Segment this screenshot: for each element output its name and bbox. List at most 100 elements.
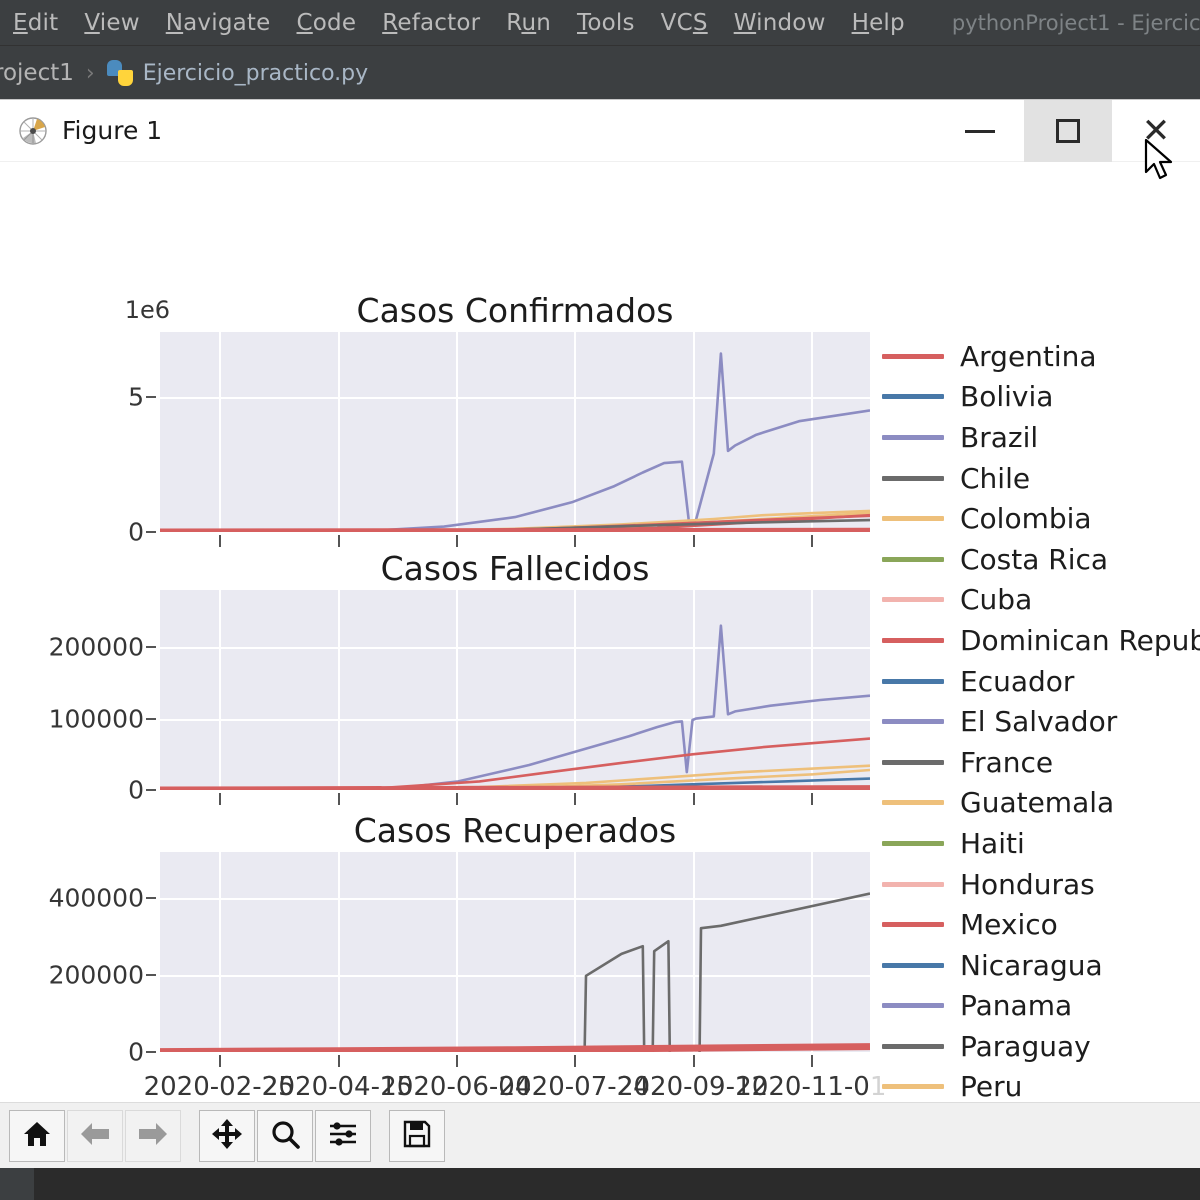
legend-item-mexico[interactable]: Mexico <box>872 904 1200 945</box>
menu-item-tools[interactable]: Tools <box>564 0 648 46</box>
y-gridline <box>160 1052 870 1054</box>
y-tick-mark <box>146 1051 156 1053</box>
x-tick-mark <box>337 1055 340 1067</box>
subplot-2[interactable]: 0 100000 200000 Casos Fallecidos <box>49 549 870 805</box>
legend-item-panama[interactable]: Panama <box>872 986 1200 1027</box>
x-tick-mark <box>219 1055 222 1067</box>
y-tick-mark <box>146 717 156 720</box>
legend-item-cuba[interactable]: Cuba <box>872 580 1200 621</box>
zoom-button[interactable] <box>257 1109 313 1162</box>
legend-label: Paraguay <box>960 1029 1091 1063</box>
menu-item-navigate[interactable]: Navigate <box>153 0 284 46</box>
legend-item-costa-rica[interactable]: Costa Rica <box>872 539 1200 580</box>
legend-item-haiti[interactable]: Haiti <box>872 823 1200 864</box>
maximize-button[interactable] <box>1024 100 1112 162</box>
series-line-baseline-others <box>160 1043 870 1052</box>
ide-window-title: pythonProject1 - Ejercicio_practi <box>951 10 1200 35</box>
legend-item-argentina[interactable]: Argentina <box>872 336 1200 377</box>
legend-color-swatch <box>882 353 944 359</box>
legend-color-swatch <box>882 597 944 603</box>
y-tick-mark <box>146 789 156 791</box>
legend-color-swatch <box>882 1043 944 1049</box>
legend-item-guatemala[interactable]: Guatemala <box>872 783 1200 824</box>
legend-item-france[interactable]: France <box>872 742 1200 783</box>
minimize-button[interactable] <box>936 100 1024 162</box>
back-button[interactable] <box>67 1109 123 1162</box>
legend-color-swatch <box>882 637 944 643</box>
legend-color-swatch <box>882 840 944 846</box>
legend-item-el-salvador[interactable]: El Salvador <box>872 701 1200 742</box>
x-tick-label: 2020-11-01 <box>735 1072 887 1102</box>
ide-left-gutter <box>0 1168 34 1200</box>
legend-item-paraguay[interactable]: Paraguay <box>872 1026 1200 1067</box>
save-button[interactable] <box>389 1109 445 1162</box>
legend-item-bolivia[interactable]: Bolivia <box>872 377 1200 418</box>
menu-item-run[interactable]: Run <box>493 0 564 46</box>
ide-bottom-strip <box>0 1168 1200 1200</box>
y-axis-offset-text: 1e6 <box>124 296 170 324</box>
legend-label: El Salvador <box>960 705 1118 739</box>
subplot-1[interactable]: 0 5 Casos Confirmados 1e6 <box>125 291 870 547</box>
forward-button[interactable] <box>125 1109 181 1162</box>
matplotlib-icon <box>19 116 47 145</box>
figure-canvas[interactable]: 0 5 Casos Confirmados 1e6 0 100000 200000 Casos… <box>0 162 1200 1102</box>
menu-item-view[interactable]: View <box>71 0 152 46</box>
legend-label: Chile <box>960 461 1031 495</box>
country-legend[interactable]: Argentina Bolivia Brazil Chile Colombia Costa… <box>872 328 1200 1102</box>
series-line-paraguay-segment-1 <box>583 944 646 1052</box>
x-tick-mark <box>574 535 577 547</box>
subplot-3[interactable]: 0 200000 400000 2020-02-25 2020-04-15 2020-06… <box>49 811 887 1102</box>
legend-label: Costa Rica <box>960 542 1109 576</box>
pan-button[interactable] <box>199 1109 255 1162</box>
series-lines <box>160 624 870 790</box>
series-line-brazil <box>160 624 870 790</box>
y-tick-label: 0 <box>128 775 144 805</box>
legend-item-dominican-republic[interactable]: Dominican Republic <box>872 620 1200 661</box>
legend-color-swatch <box>882 962 944 968</box>
y-tick-mark <box>146 974 156 977</box>
navigation-toolbar <box>0 1102 1200 1168</box>
series-line-paraguay-segment-3 <box>698 892 870 1052</box>
y-tick-label: 100000 <box>48 704 144 734</box>
subplot-config-button[interactable] <box>315 1109 371 1162</box>
legend-item-peru[interactable]: Peru <box>872 1067 1200 1102</box>
menu-item-edit[interactable]: Edit <box>0 0 71 46</box>
breadcrumb-separator-icon: › <box>85 60 95 86</box>
menu-item-vcs[interactable]: VCS <box>648 0 721 46</box>
legend-label: Dominican Republic <box>960 623 1200 657</box>
series-line-baseline-others <box>160 785 870 790</box>
python-file-icon <box>106 60 133 86</box>
sliders-icon <box>328 1120 358 1152</box>
y-tick-label: 0 <box>128 517 144 547</box>
legend-color-swatch <box>882 881 944 887</box>
x-tick-mark <box>219 535 222 547</box>
series-lines <box>160 352 870 532</box>
legend-item-colombia[interactable]: Colombia <box>872 498 1200 539</box>
menu-item-window[interactable]: Window <box>721 0 839 46</box>
x-tick-mark <box>810 793 813 805</box>
breadcrumb-project[interactable]: roject1 <box>0 60 74 86</box>
menu-item-help[interactable]: Help <box>839 0 918 46</box>
home-icon <box>22 1119 52 1153</box>
legend-item-nicaragua[interactable]: Nicaragua <box>872 945 1200 986</box>
legend-label: Brazil <box>960 420 1039 454</box>
legend-label: Colombia <box>960 502 1092 536</box>
series-line-baseline-others <box>160 527 870 532</box>
legend-item-brazil[interactable]: Brazil <box>872 417 1200 458</box>
x-tick-mark <box>337 535 340 547</box>
legend-color-swatch <box>882 516 944 522</box>
legend-color-swatch <box>882 678 944 684</box>
menu-item-code[interactable]: Code <box>284 0 370 46</box>
legend-label: Honduras <box>960 867 1095 901</box>
menu-item-refactor[interactable]: Refactor <box>369 0 493 46</box>
legend-item-honduras[interactable]: Honduras <box>872 864 1200 905</box>
home-button[interactable] <box>9 1109 65 1162</box>
breadcrumb-file[interactable]: Ejercicio_practico.py <box>143 61 368 86</box>
toolbar-separator <box>372 1110 388 1162</box>
series-line-paraguay-segment-2 <box>651 939 672 1052</box>
legend-item-ecuador[interactable]: Ecuador <box>872 661 1200 702</box>
figure-title-bar[interactable]: Figure 1 ✕ <box>0 100 1200 162</box>
x-tick-mark <box>219 793 222 805</box>
legend-item-chile[interactable]: Chile <box>872 458 1200 499</box>
move-cross-icon <box>211 1118 243 1154</box>
